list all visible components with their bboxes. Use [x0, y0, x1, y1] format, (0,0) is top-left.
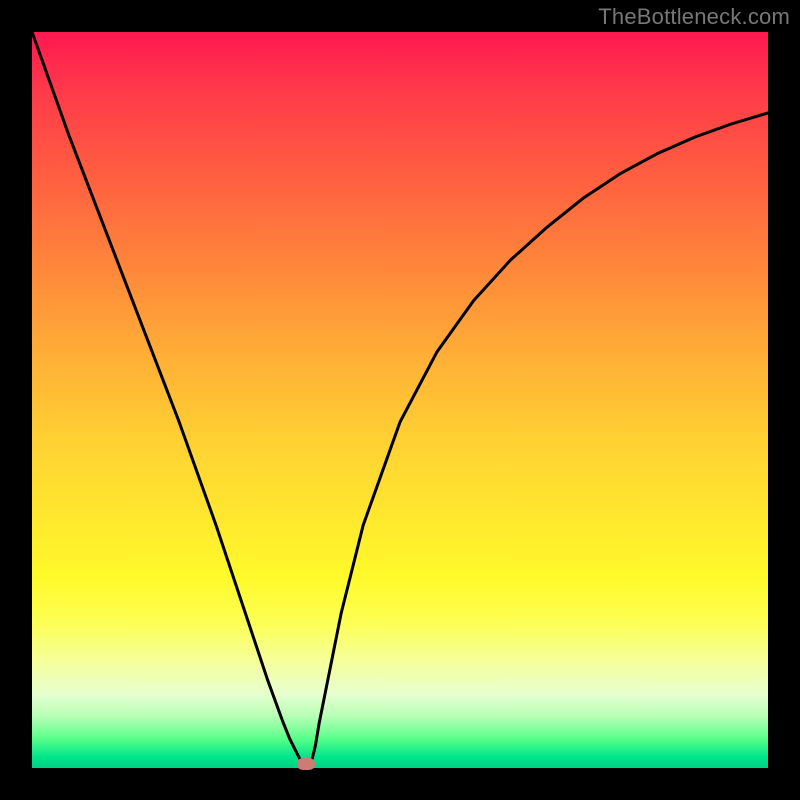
bottleneck-curve	[32, 32, 768, 768]
optimal-point-marker	[297, 758, 315, 770]
chart-frame: TheBottleneck.com	[0, 0, 800, 800]
watermark-text: TheBottleneck.com	[598, 4, 790, 30]
chart-plot-area	[32, 32, 768, 768]
